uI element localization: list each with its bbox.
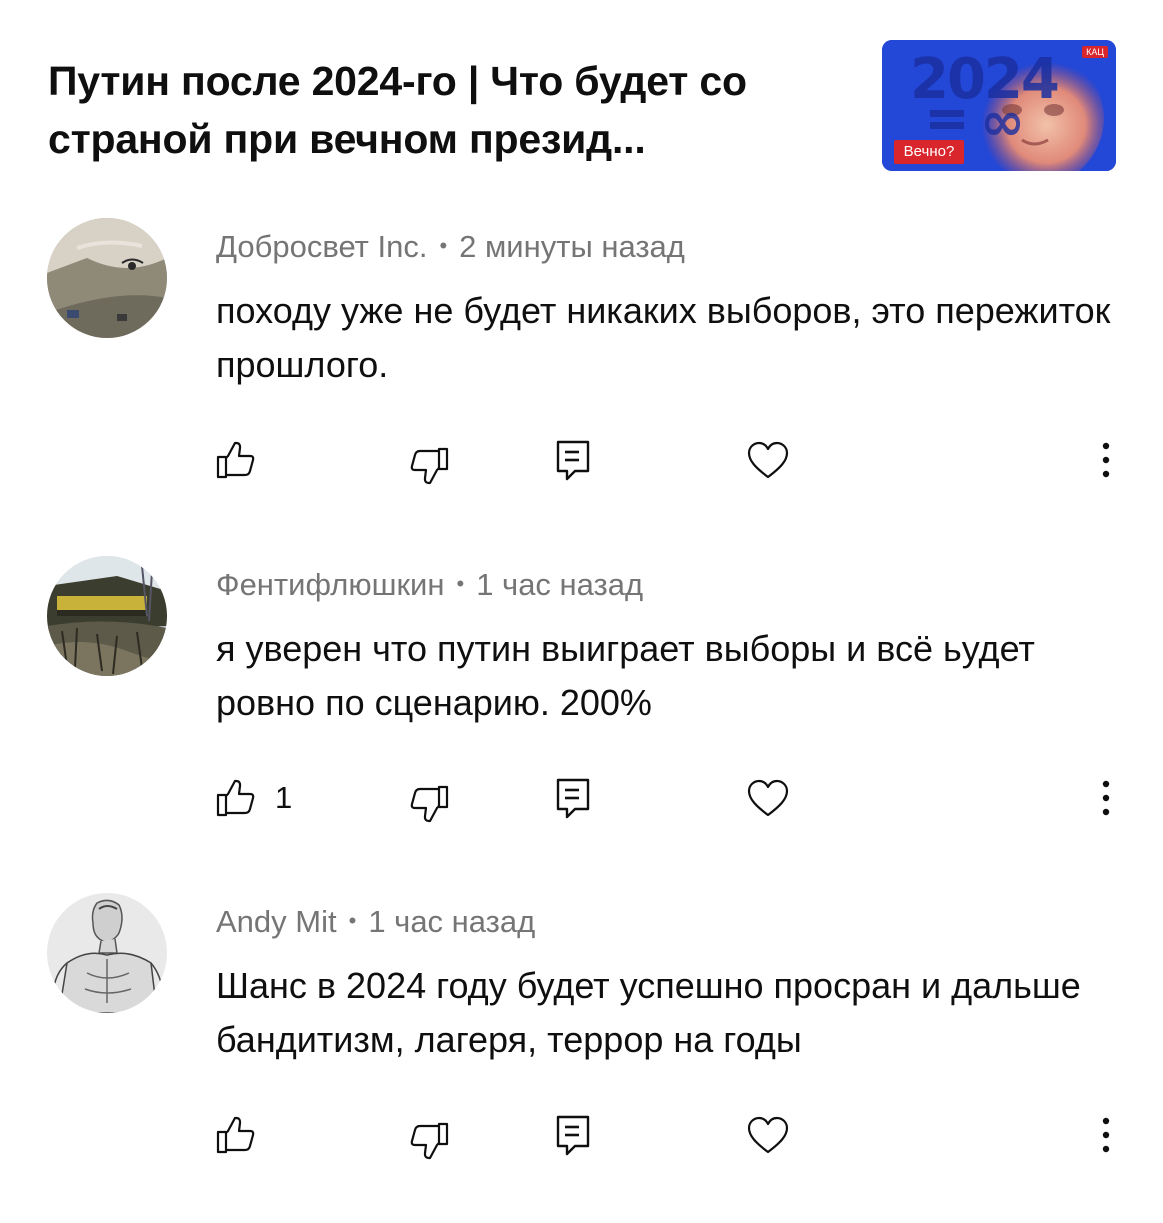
meta-separator: • bbox=[348, 908, 357, 933]
dislike-button[interactable] bbox=[410, 782, 450, 826]
avatar-image bbox=[47, 218, 167, 338]
comment: Andy Mit • 1 час назад Шанс в 2024 году бу… bbox=[0, 893, 1163, 1223]
thumb-down-icon bbox=[410, 1122, 449, 1160]
like-count: 1 bbox=[275, 780, 293, 815]
comment-text: походу уже не будет никаких выборов, это… bbox=[216, 290, 1111, 385]
comment-actions bbox=[0, 1105, 1163, 1165]
reply-comment-icon bbox=[556, 1115, 590, 1156]
heart-icon bbox=[747, 1116, 789, 1154]
comment: Добросвет Inc. • 2 минуты назад походу уже… bbox=[0, 218, 1163, 548]
comment-author[interactable]: Andy Mit bbox=[216, 904, 337, 939]
video-header: Путин после 2024-го | Что будет со стран… bbox=[0, 0, 1163, 190]
comment-time[interactable]: 1 час назад bbox=[476, 567, 643, 602]
avatar[interactable] bbox=[47, 218, 167, 338]
reply-comment-icon bbox=[556, 440, 590, 481]
reply-button[interactable] bbox=[555, 1113, 591, 1157]
heart-icon bbox=[747, 441, 789, 479]
video-thumbnail[interactable]: 2024 ∞ КАЦ Вечно? bbox=[882, 40, 1116, 171]
thumb-up-icon bbox=[216, 779, 255, 817]
meta-separator: • bbox=[456, 571, 465, 596]
dislike-button[interactable] bbox=[410, 444, 450, 488]
avatar-image bbox=[47, 556, 167, 676]
heart-button[interactable] bbox=[746, 776, 790, 820]
reply-comment-icon bbox=[556, 778, 590, 819]
more-vertical-icon bbox=[1102, 780, 1110, 816]
comment-meta: Добросвет Inc. • 2 минуты назад bbox=[216, 226, 685, 267]
reply-button[interactable] bbox=[555, 438, 591, 482]
heart-button[interactable] bbox=[746, 1113, 790, 1157]
more-options-button[interactable] bbox=[1098, 776, 1114, 820]
like-button[interactable] bbox=[215, 438, 275, 482]
heart-button[interactable] bbox=[746, 438, 790, 482]
meta-separator: • bbox=[439, 233, 448, 258]
svg-text:∞: ∞ bbox=[980, 90, 1025, 153]
thumbnail-label: Вечно? bbox=[894, 140, 964, 164]
avatar-image bbox=[47, 893, 167, 1013]
comment-author[interactable]: Фентифлюшкин bbox=[216, 567, 444, 602]
comment: Фентифлюшкин • 1 час назад я уверен что пу… bbox=[0, 556, 1163, 886]
more-vertical-icon bbox=[1102, 1117, 1110, 1153]
video-title[interactable]: Путин после 2024-го | Что будет со стран… bbox=[48, 52, 848, 168]
comment-text: Шанс в 2024 году будет успешно просран и… bbox=[216, 965, 1081, 1060]
thumbnail-channel-badge: КАЦ bbox=[1082, 46, 1108, 58]
thumb-down-icon bbox=[410, 447, 449, 485]
thumb-up-icon bbox=[216, 1116, 255, 1154]
dislike-button[interactable] bbox=[410, 1119, 450, 1163]
comment-meta: Фентифлюшкин • 1 час назад bbox=[216, 564, 643, 605]
more-vertical-icon bbox=[1102, 442, 1110, 478]
like-button[interactable] bbox=[215, 1113, 275, 1157]
reply-button[interactable] bbox=[555, 776, 591, 820]
thumb-up-icon bbox=[216, 441, 255, 479]
comment-author[interactable]: Добросвет Inc. bbox=[216, 229, 427, 264]
comment-actions: 1 bbox=[0, 768, 1163, 828]
comment-time[interactable]: 1 час назад bbox=[368, 904, 535, 939]
like-button[interactable]: 1 bbox=[215, 776, 292, 820]
avatar[interactable] bbox=[47, 556, 167, 676]
heart-icon bbox=[747, 779, 789, 817]
more-options-button[interactable] bbox=[1098, 438, 1114, 482]
more-options-button[interactable] bbox=[1098, 1113, 1114, 1157]
comment-text: я уверен что путин выиграет выборы и всё… bbox=[216, 628, 1035, 723]
comment-meta: Andy Mit • 1 час назад bbox=[216, 901, 535, 942]
avatar[interactable] bbox=[47, 893, 167, 1013]
comment-time[interactable]: 2 минуты назад bbox=[459, 229, 685, 264]
thumb-down-icon bbox=[410, 785, 449, 823]
comment-actions bbox=[0, 430, 1163, 490]
